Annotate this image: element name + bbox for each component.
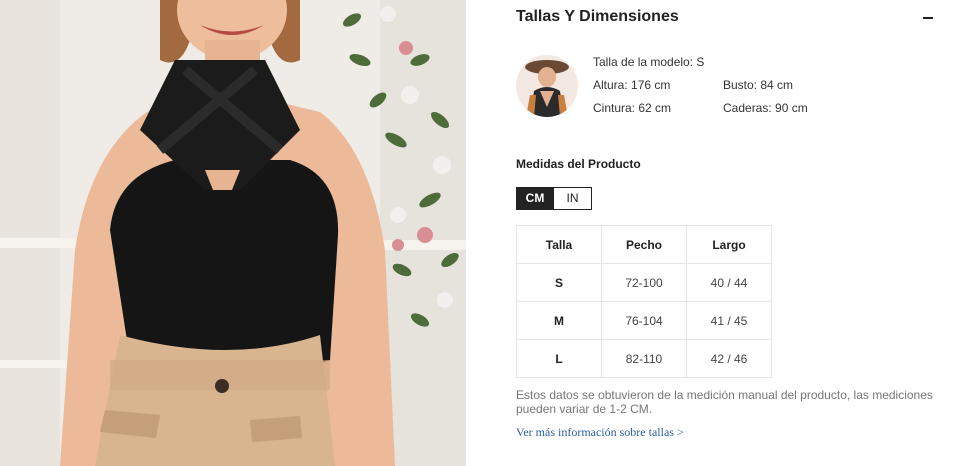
table-header-row: Talla Pecho Largo xyxy=(516,225,772,264)
chest-cell: 76-104 xyxy=(601,301,687,340)
model-avatar-illustration xyxy=(516,55,578,117)
size-table: Talla Pecho Largo S 72-100 40 / 44 M 76-… xyxy=(516,225,772,378)
product-photo xyxy=(0,0,466,466)
size-panel: Tallas Y Dimensiones Talla de la modelo:… xyxy=(516,0,941,466)
product-measurements-title: Medidas del Producto xyxy=(516,157,641,171)
model-avatar xyxy=(516,55,578,117)
model-waist: Cintura: 62 cm xyxy=(593,101,672,115)
length-cell: 42 / 46 xyxy=(686,339,772,378)
size-info-link[interactable]: Ver más información sobre tallas > xyxy=(516,425,684,440)
header-size: Talla xyxy=(516,225,602,264)
model-hips: Caderas: 90 cm xyxy=(723,101,808,115)
table-row: L 82-110 42 / 46 xyxy=(516,339,772,378)
table-row: S 72-100 40 / 44 xyxy=(516,263,772,302)
length-cell: 41 / 45 xyxy=(686,301,772,340)
table-row: M 76-104 41 / 45 xyxy=(516,301,772,340)
section-title: Tallas Y Dimensiones xyxy=(516,8,679,25)
model-height: Altura: 176 cm xyxy=(593,78,671,92)
length-cell: 40 / 44 xyxy=(686,263,772,302)
header-chest: Pecho xyxy=(601,225,687,264)
unit-toggle: CM IN xyxy=(516,187,592,210)
unit-in-button[interactable]: IN xyxy=(554,187,592,210)
minus-icon[interactable] xyxy=(921,8,935,26)
measurement-note: Estos datos se obtuvieron de la medición… xyxy=(516,388,933,416)
size-cell: L xyxy=(516,339,602,378)
model-bust: Busto: 84 cm xyxy=(723,78,794,92)
product-photo-illustration xyxy=(0,0,466,466)
unit-cm-button[interactable]: CM xyxy=(516,187,554,210)
size-cell: M xyxy=(516,301,602,340)
header-length: Largo xyxy=(686,225,772,264)
chest-cell: 72-100 xyxy=(601,263,687,302)
size-cell: S xyxy=(516,263,602,302)
chest-cell: 82-110 xyxy=(601,339,687,378)
model-size-label: Talla de la modelo: S xyxy=(593,55,705,69)
